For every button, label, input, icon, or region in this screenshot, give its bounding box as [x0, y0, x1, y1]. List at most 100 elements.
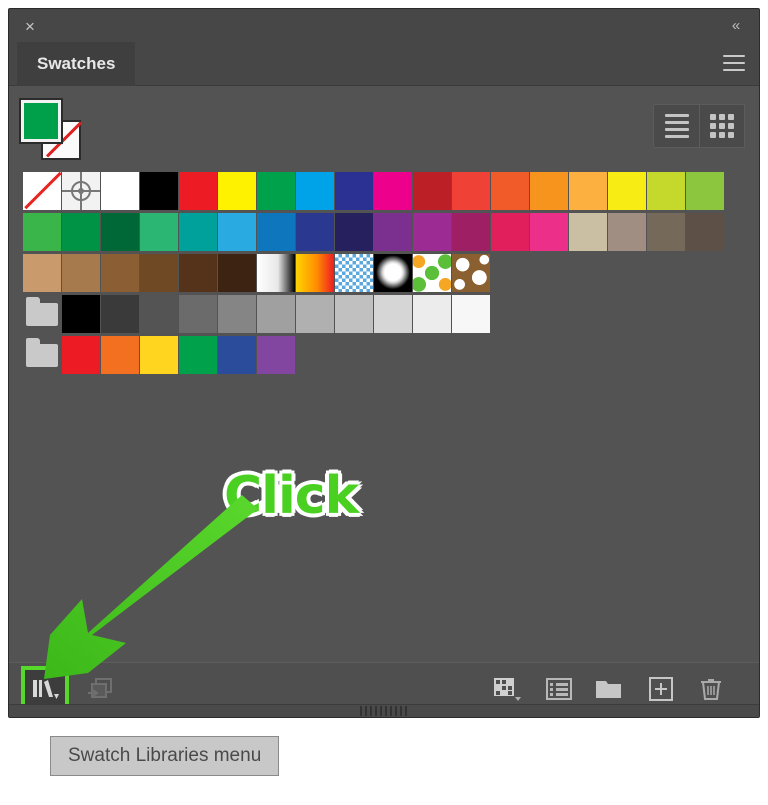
swatch-folder[interactable] — [23, 295, 61, 333]
swatch-folder[interactable] — [23, 336, 61, 374]
swatch-color[interactable] — [62, 254, 100, 292]
swatch-color[interactable] — [257, 172, 295, 210]
hamburger-bar — [723, 62, 745, 64]
swatch-color[interactable] — [257, 213, 295, 251]
swatch-none[interactable] — [23, 172, 61, 210]
swatch-color[interactable] — [218, 336, 256, 374]
swatch-color[interactable] — [179, 295, 217, 333]
swatch-color[interactable] — [452, 213, 490, 251]
view-toggle-group — [653, 104, 745, 148]
delete-swatch-button[interactable] — [691, 670, 731, 708]
show-swatch-kinds-button[interactable] — [81, 670, 121, 708]
swatch-color[interactable] — [413, 172, 451, 210]
panel-menu-icon[interactable] — [723, 55, 745, 72]
swatch-color[interactable] — [686, 172, 724, 210]
swatch-color[interactable] — [101, 295, 139, 333]
swatch-color[interactable] — [179, 336, 217, 374]
swatch-color[interactable] — [179, 172, 217, 210]
swatch-color[interactable] — [140, 254, 178, 292]
swatch-libraries-menu-button[interactable] — [21, 666, 69, 712]
swatch-options-button[interactable] — [487, 670, 527, 708]
swatch-brown-ornament-pattern[interactable] — [452, 254, 490, 292]
swatch-color[interactable] — [101, 172, 139, 210]
swatch-color[interactable] — [62, 213, 100, 251]
list-view-icon — [664, 114, 689, 138]
swatch-color[interactable] — [530, 213, 568, 251]
swatch-registration[interactable] — [62, 172, 100, 210]
swatch-color[interactable] — [647, 213, 685, 251]
swatch-color[interactable] — [491, 172, 529, 210]
swatch-color[interactable] — [335, 172, 373, 210]
swatch-color[interactable] — [140, 295, 178, 333]
swatch-color[interactable] — [218, 254, 256, 292]
swatch-color[interactable] — [257, 295, 295, 333]
swatch-color[interactable] — [179, 213, 217, 251]
swatch-color[interactable] — [647, 172, 685, 210]
swatch-color[interactable] — [218, 172, 256, 210]
swatch-color[interactable] — [686, 213, 724, 251]
swatch-color[interactable] — [413, 295, 451, 333]
swatch-color[interactable] — [335, 213, 373, 251]
swatch-color[interactable] — [23, 254, 61, 292]
swatch-color[interactable] — [374, 213, 412, 251]
swatch-color[interactable] — [62, 295, 100, 333]
swatch-color[interactable] — [101, 213, 139, 251]
swatch-green-floral-pattern[interactable] — [413, 254, 451, 292]
swatch-color[interactable] — [530, 172, 568, 210]
swatch-color[interactable] — [374, 295, 412, 333]
swatch-color[interactable] — [101, 254, 139, 292]
swatch-black-white-radial-pattern[interactable] — [374, 254, 412, 292]
swatch-color[interactable] — [62, 336, 100, 374]
new-swatch-button[interactable] — [641, 670, 681, 708]
swatch-color[interactable] — [218, 213, 256, 251]
swatch-row — [23, 295, 741, 336]
grid-view-button[interactable] — [699, 105, 744, 147]
new-color-group-button[interactable] — [589, 670, 629, 708]
swatch-color[interactable] — [374, 172, 412, 210]
swatch-color[interactable] — [569, 213, 607, 251]
panel-resize-rail[interactable] — [9, 704, 759, 717]
resize-grip[interactable] — [360, 706, 408, 716]
swatch-color[interactable] — [452, 295, 490, 333]
swatch-color[interactable] — [140, 213, 178, 251]
swatch-color[interactable] — [452, 172, 490, 210]
swatch-color[interactable] — [413, 213, 451, 251]
swatch-color[interactable] — [608, 213, 646, 251]
swatch-white-black-gradient[interactable] — [257, 254, 295, 292]
panel-tabbar: Swatches — [9, 42, 759, 86]
swatch-color[interactable] — [569, 172, 607, 210]
close-icon[interactable]: × — [22, 18, 38, 35]
hamburger-bar — [723, 55, 745, 57]
swatch-color[interactable] — [491, 213, 529, 251]
swatch-color[interactable] — [257, 336, 295, 374]
tab-swatches[interactable]: Swatches — [17, 42, 136, 86]
swatch-color[interactable] — [140, 336, 178, 374]
swatch-color[interactable] — [608, 172, 646, 210]
swatch-color[interactable] — [23, 213, 61, 251]
folder-icon — [26, 338, 58, 367]
swatches-panel: × « Swatches — [8, 8, 760, 718]
swatch-color[interactable] — [335, 295, 373, 333]
swatch-row — [23, 213, 741, 254]
trash-icon — [701, 679, 721, 700]
swatch-color[interactable] — [296, 172, 334, 210]
swatch-grid[interactable] — [23, 172, 741, 682]
list-icon — [546, 678, 572, 700]
grid-view-icon — [710, 114, 734, 138]
list-view-button[interactable] — [654, 105, 699, 147]
swatch-color[interactable] — [101, 336, 139, 374]
new-color-group-list-button[interactable] — [539, 670, 579, 708]
swatch-color[interactable] — [296, 295, 334, 333]
collapse-panel-icon[interactable]: « — [727, 17, 745, 35]
import-icon — [88, 678, 112, 698]
fill-stroke-indicator — [19, 98, 85, 160]
swatch-blue-checker-pattern[interactable] — [335, 254, 373, 292]
swatch-color[interactable] — [179, 254, 217, 292]
swatch-yellow-red-gradient[interactable] — [296, 254, 334, 292]
swatch-color[interactable] — [140, 172, 178, 210]
swatch-color[interactable] — [218, 295, 256, 333]
plus-box-icon — [649, 677, 673, 701]
swatch-color[interactable] — [296, 213, 334, 251]
fill-swatch[interactable] — [19, 98, 63, 144]
tooltip: Swatch Libraries menu — [50, 736, 280, 776]
